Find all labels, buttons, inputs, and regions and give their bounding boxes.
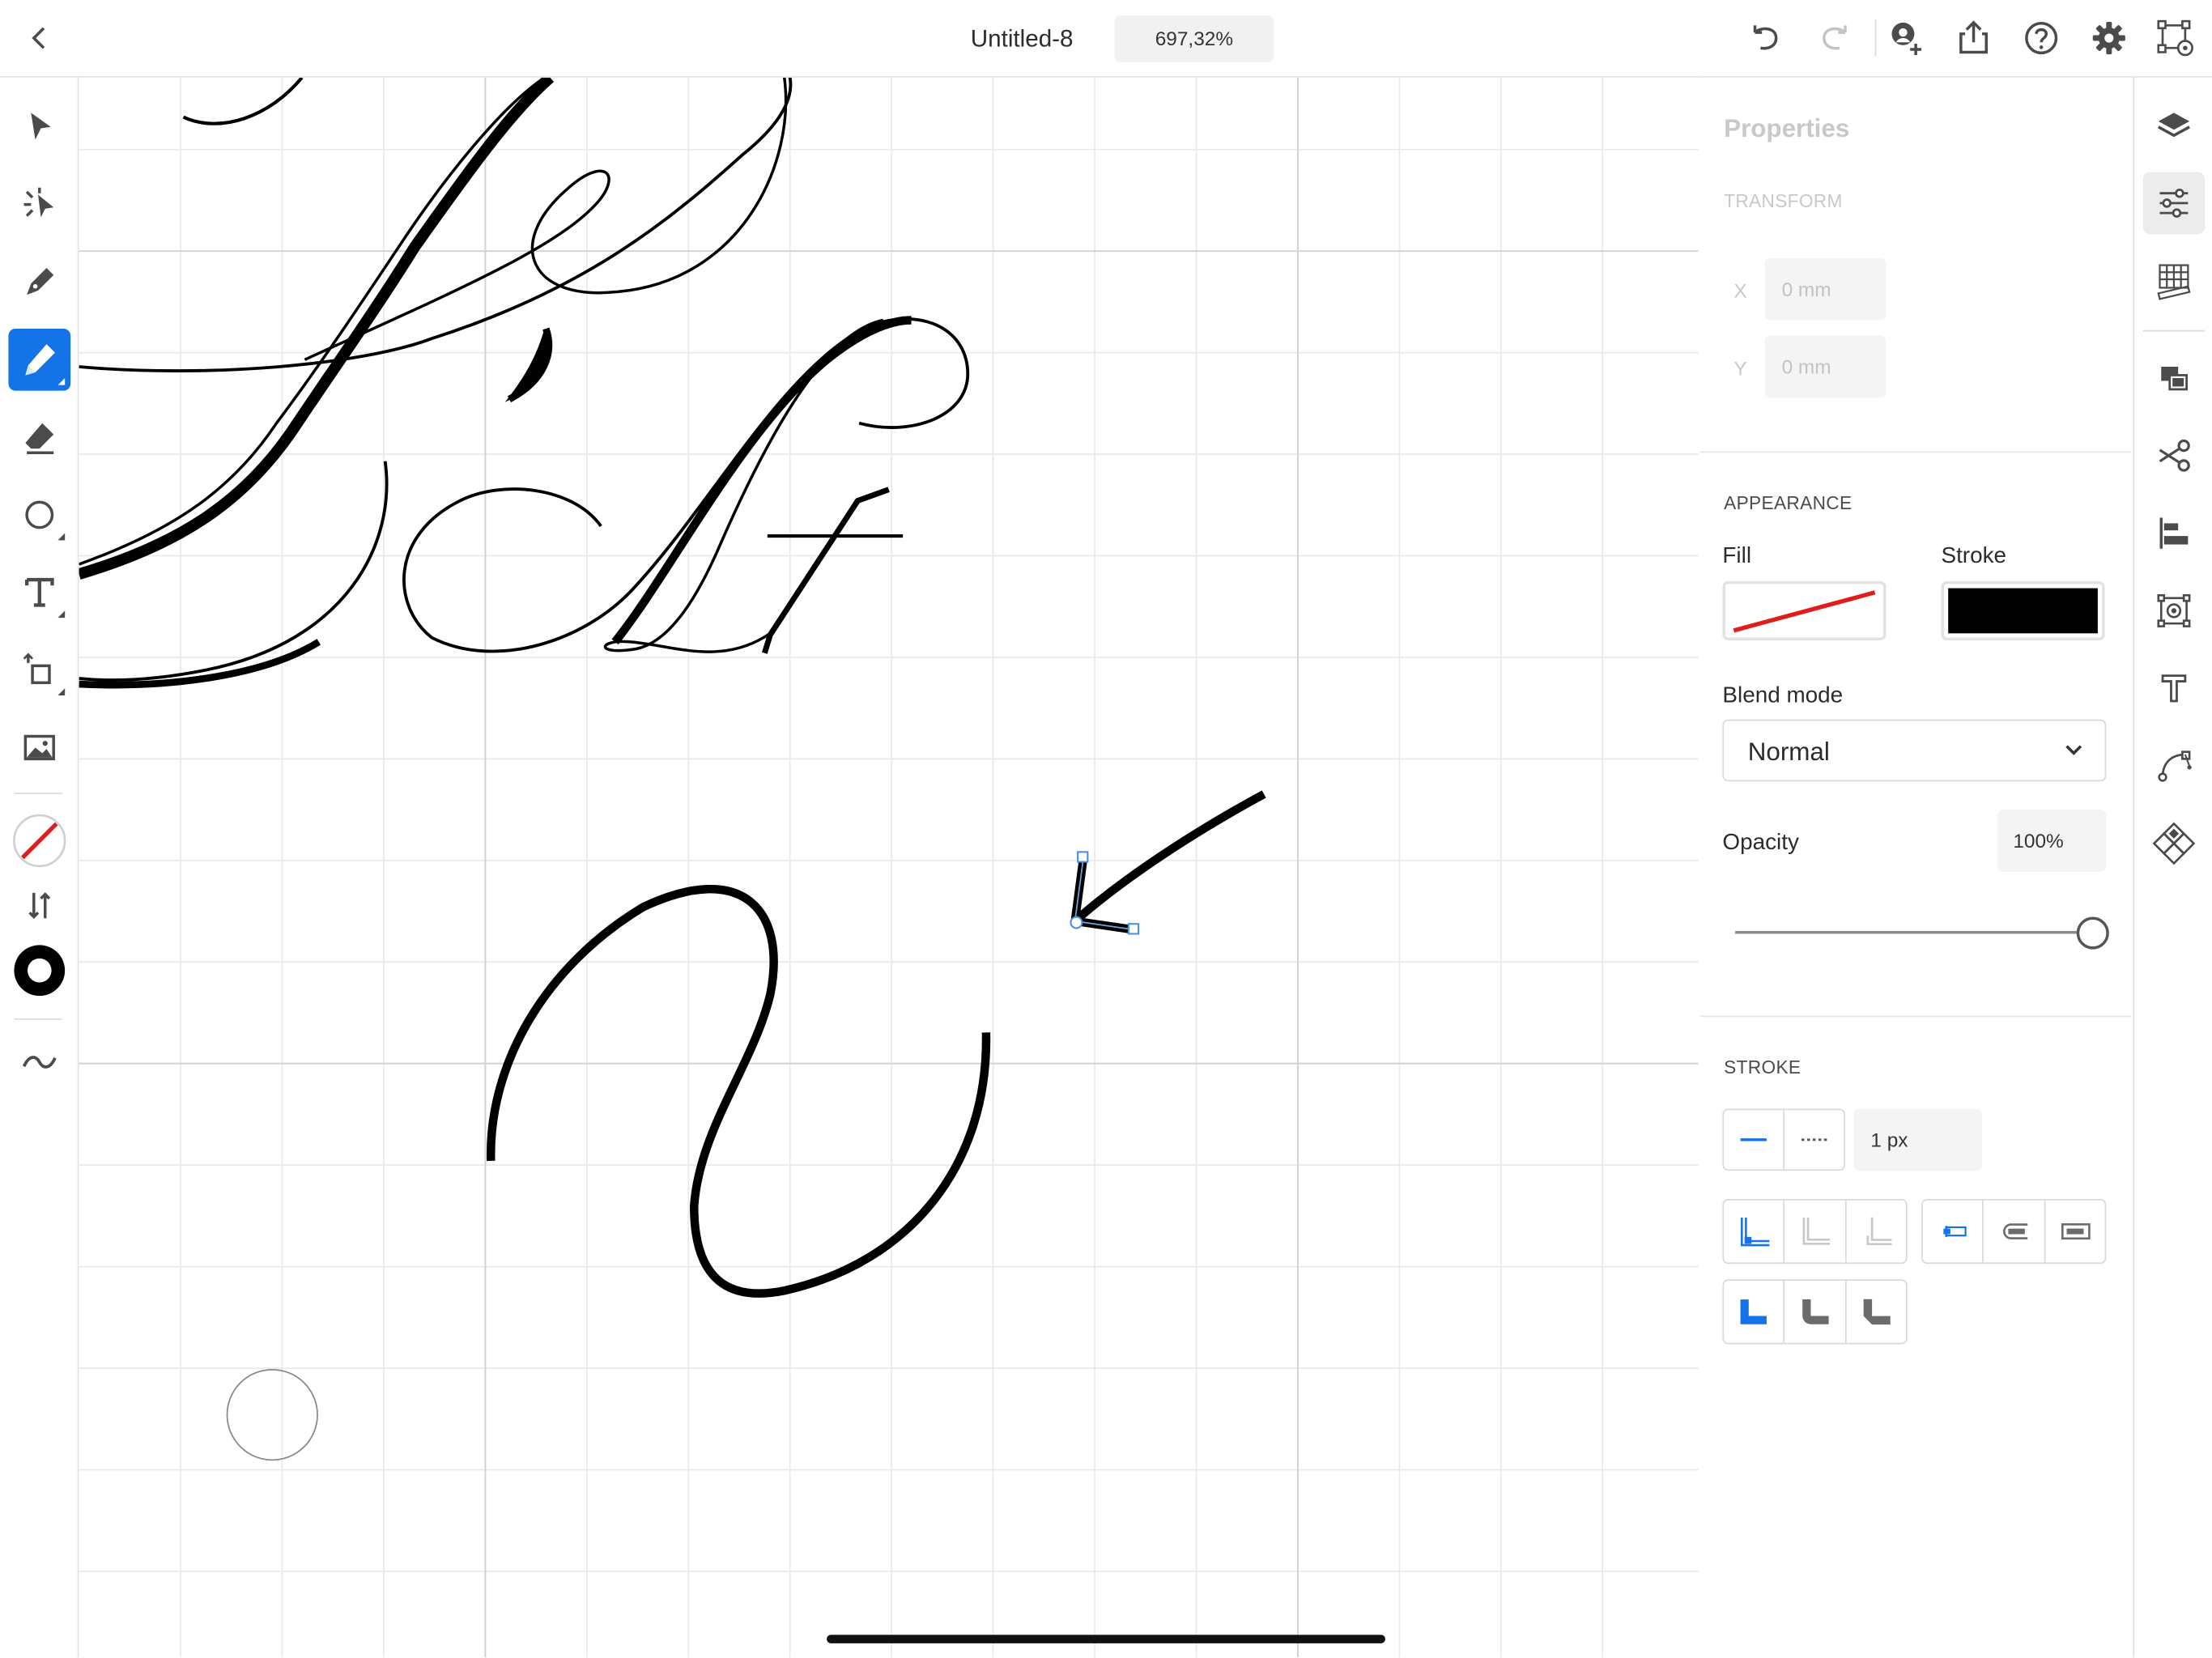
selection-tool-icon[interactable] (8, 96, 70, 158)
direct-selection-tool-icon[interactable] (8, 173, 70, 236)
anchor-point-handle (1127, 923, 1140, 935)
stroke-label: Stroke (1941, 544, 2007, 569)
stroke-type-group (1722, 1108, 1845, 1171)
document-title[interactable]: Untitled-8 (971, 25, 1074, 53)
swap-fill-stroke-icon[interactable] (8, 874, 70, 937)
opacity-slider-track[interactable] (1735, 930, 2105, 934)
opacity-value-field[interactable]: 100% (1997, 810, 2107, 872)
transform-section-label: TRANSFORM (1724, 190, 1843, 212)
help-icon[interactable] (2020, 17, 2062, 59)
anchor-point-handle (1077, 851, 1089, 863)
properties-sliders-icon[interactable] (2142, 172, 2206, 235)
plugins-puzzle-icon[interactable] (2143, 813, 2206, 875)
stroke-join-group (1722, 1279, 1908, 1345)
properties-panel: Properties TRANSFORM X 0 mm Y 0 mm APPEA… (1699, 77, 2132, 1658)
layers-icon[interactable] (2143, 95, 2206, 157)
right-panel-rail (2133, 77, 2212, 1658)
stroke-color-fill (1948, 588, 2098, 634)
align-stroke-inside-icon[interactable] (1724, 1200, 1785, 1263)
x-label: X (1733, 278, 1747, 302)
dashed-stroke-button[interactable] (1784, 1110, 1845, 1169)
pencil-tool-icon[interactable] (8, 328, 71, 391)
left-toolbar (0, 77, 79, 1658)
top-bar: Untitled-8 697,32% (0, 0, 2212, 78)
y-label: Y (1733, 356, 1747, 380)
solid-stroke-button[interactable] (1724, 1110, 1785, 1170)
round-cap-icon[interactable] (1984, 1200, 2046, 1263)
touch-cursor-indicator (226, 1368, 318, 1461)
anchor-point-handle (1070, 916, 1083, 929)
canvas-artwork[interactable] (79, 77, 1699, 1658)
stroke-color-swatch[interactable] (8, 939, 70, 1001)
chevron-down-icon (2065, 745, 2082, 755)
round-join-icon[interactable] (1784, 1281, 1847, 1343)
canvas-grid-major (79, 77, 1699, 1658)
panel-title: Properties (1724, 114, 1850, 142)
stroke-section-label: STROKE (1724, 1056, 1802, 1078)
stroke-color-swatch[interactable] (1941, 580, 2105, 641)
butt-cap-icon[interactable] (1923, 1200, 1984, 1263)
opacity-slider-handle[interactable] (2076, 916, 2109, 950)
shape-ellipse-tool-icon[interactable] (8, 484, 70, 546)
stroke-cap-group (1921, 1198, 2107, 1265)
eraser-tool-icon[interactable] (8, 406, 70, 469)
top-bar-divider (1874, 19, 1877, 57)
drawing-canvas[interactable] (79, 77, 1699, 1658)
panel-divider (1699, 451, 2132, 453)
bevel-join-icon[interactable] (1847, 1281, 1908, 1343)
opacity-label: Opacity (1722, 831, 1799, 855)
align-stroke-outside-icon[interactable] (1847, 1201, 1908, 1263)
rail-divider (2142, 329, 2206, 332)
blend-mode-value: Normal (1747, 738, 1830, 767)
stroke-align-group (1722, 1198, 1908, 1265)
fill-color-none-swatch[interactable] (8, 810, 70, 872)
toolbar-divider (14, 793, 62, 794)
miter-join-icon[interactable] (1724, 1281, 1785, 1343)
artboard-crop-tool-icon[interactable] (8, 639, 70, 701)
redo-icon[interactable] (1814, 17, 1857, 59)
image-place-tool-icon[interactable] (8, 716, 70, 779)
home-indicator[interactable] (827, 1635, 1385, 1643)
canvas-grid (79, 77, 1699, 1658)
invite-user-icon[interactable] (1885, 17, 1927, 59)
character-type-icon[interactable] (2143, 657, 2206, 720)
align-stroke-center-icon[interactable] (1784, 1200, 1847, 1263)
fill-none-swatch[interactable] (1722, 580, 1887, 641)
y-position-field[interactable]: 0 mm (1764, 335, 1887, 398)
appearance-section-label: APPEARANCE (1724, 492, 1853, 514)
stroke-width-field[interactable]: 1 px (1853, 1108, 1982, 1171)
undo-icon[interactable] (1744, 17, 1786, 59)
smoothing-wave-icon[interactable] (8, 1031, 70, 1094)
blend-mode-dropdown[interactable]: Normal (1722, 719, 2107, 782)
align-left-icon[interactable] (2143, 502, 2206, 564)
panel-divider (1699, 1015, 2132, 1018)
selected-arrow-path (1070, 790, 1266, 935)
pencil-stroke-curve (487, 884, 991, 1298)
path-curve-icon[interactable] (2143, 735, 2206, 797)
settings-gear-icon[interactable] (2088, 17, 2130, 59)
x-position-field[interactable]: 0 mm (1764, 257, 1887, 321)
blend-mode-label: Blend mode (1722, 684, 1844, 708)
zoom-level[interactable]: 697,32% (1114, 15, 1274, 62)
arrange-objects-icon[interactable] (2143, 347, 2206, 410)
scissors-pathfinder-icon[interactable] (2143, 424, 2206, 487)
pen-tool-icon[interactable] (8, 251, 70, 313)
fill-label: Fill (1722, 544, 1752, 569)
toolbar-divider (14, 1018, 62, 1020)
projecting-cap-icon[interactable] (2045, 1201, 2106, 1263)
symbol-instance-icon[interactable] (2143, 580, 2206, 642)
type-tool-icon[interactable] (8, 561, 70, 623)
share-icon[interactable] (1952, 17, 1994, 59)
artboard-preview-icon[interactable] (2155, 17, 2197, 59)
back-chevron-icon[interactable] (19, 17, 61, 59)
grid-ruler-icon[interactable] (2143, 249, 2206, 312)
